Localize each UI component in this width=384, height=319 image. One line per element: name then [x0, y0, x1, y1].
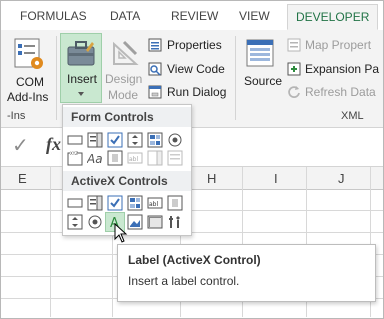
window-frame — [0, 0, 384, 319]
